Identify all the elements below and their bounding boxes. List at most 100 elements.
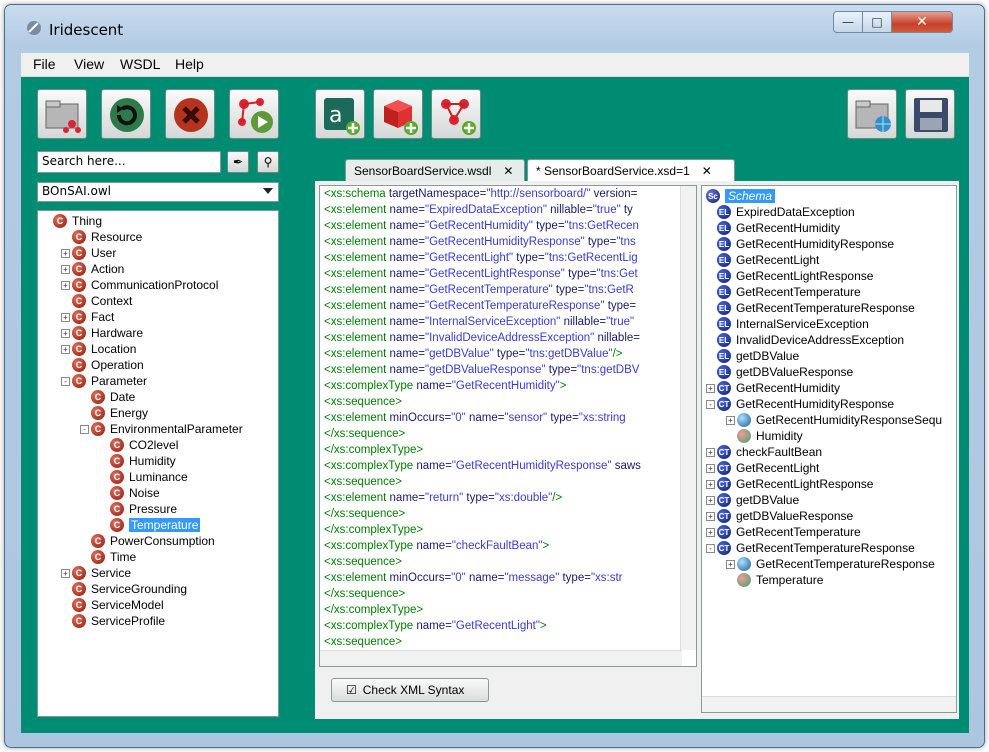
close-icon[interactable]: ✕	[503, 164, 513, 178]
expand-icon[interactable]: +	[706, 511, 715, 521]
tree-node[interactable]: C Pressure	[99, 501, 177, 517]
tree-node[interactable]: C Temperature	[99, 517, 201, 533]
add-item-button[interactable]	[373, 89, 423, 139]
schema-node[interactable]: + CT GetRecentHumidity	[706, 380, 840, 396]
close-icon[interactable]: ✕	[702, 164, 712, 178]
tree-node[interactable]: C Context	[61, 293, 132, 309]
tree-node[interactable]: + C User	[61, 245, 116, 261]
tree-node[interactable]: - C Parameter	[61, 373, 147, 389]
open-ontology-button[interactable]	[37, 89, 87, 139]
tree-node[interactable]: C Noise	[99, 485, 160, 501]
vertical-scrollbar[interactable]	[680, 186, 696, 650]
schema-node[interactable]: Humidity	[726, 428, 803, 444]
schema-node[interactable]: EL GetRecentHumidityResponse	[706, 236, 894, 252]
tree-node[interactable]: C ServiceModel	[61, 597, 164, 613]
tree-node[interactable]: C Humidity	[99, 453, 176, 469]
tree-node[interactable]: C Luminance	[99, 469, 188, 485]
tree-node[interactable]: + C Location	[61, 341, 136, 357]
schema-node[interactable]: EL InternalServiceException	[706, 316, 869, 332]
tree-node[interactable]: C PowerConsumption	[80, 533, 215, 549]
expand-icon[interactable]: +	[61, 280, 70, 290]
menu-file[interactable]: File	[33, 56, 56, 72]
menu-wsdl[interactable]: WSDL	[120, 56, 160, 72]
collapse-icon[interactable]: -	[80, 424, 89, 434]
schema-node[interactable]: + CT getDBValueResponse	[706, 508, 853, 524]
schema-node[interactable]: + CT GetRecentLightResponse	[706, 476, 873, 492]
close-button[interactable]: ✕	[891, 11, 953, 33]
remove-button[interactable]	[165, 89, 215, 139]
search-input[interactable]: Search here...	[37, 151, 221, 173]
schema-node[interactable]: EL GetRecentLightResponse	[706, 268, 873, 284]
expand-icon[interactable]: +	[726, 415, 735, 425]
tree-node[interactable]: + C Service	[61, 565, 131, 581]
menu-help[interactable]: Help	[175, 56, 204, 72]
schema-node[interactable]: + CT GetRecentTemperature	[706, 524, 861, 540]
expand-icon[interactable]: +	[61, 312, 70, 322]
schema-node[interactable]: EL ExpiredDataException	[706, 204, 855, 220]
search-button[interactable]: ⚲	[257, 151, 279, 173]
collapse-icon[interactable]: -	[61, 376, 70, 386]
expand-icon[interactable]: +	[706, 463, 715, 473]
schema-node[interactable]: EL getDBValueResponse	[706, 364, 853, 380]
expand-icon[interactable]: +	[61, 328, 70, 338]
expand-icon[interactable]: +	[706, 479, 715, 489]
minimize-button[interactable]: —	[833, 11, 863, 33]
collapse-icon[interactable]: -	[706, 399, 715, 409]
refresh-button[interactable]	[101, 89, 151, 139]
expand-icon[interactable]: +	[726, 559, 735, 569]
schema-node[interactable]: + GetRecentTemperatureResponse	[726, 556, 935, 572]
tree-node[interactable]: C ServiceGrounding	[61, 581, 187, 597]
schema-node[interactable]: + GetRecentHumidityResponseSequ	[726, 412, 942, 428]
check-xml-syntax-button[interactable]: ☑ Check XML Syntax	[331, 678, 489, 702]
tree-node[interactable]: C Date	[80, 389, 135, 405]
schema-node[interactable]: Temperature	[726, 572, 823, 588]
horizontal-scrollbar[interactable]	[702, 696, 956, 712]
tree-node[interactable]: + C Action	[61, 261, 124, 277]
tab-xsd[interactable]: * SensorBoardService.xsd=1 ✕	[527, 159, 735, 181]
tree-node[interactable]: - C EnvironmentalParameter	[80, 421, 243, 437]
maximize-button[interactable]: □	[862, 11, 892, 33]
expand-icon[interactable]: +	[61, 568, 70, 578]
expand-icon[interactable]: +	[61, 248, 70, 258]
schema-node[interactable]: Sc Schema	[706, 188, 776, 204]
expand-icon[interactable]: +	[61, 264, 70, 274]
tree-node[interactable]: C Operation	[61, 357, 144, 373]
add-annotation-button[interactable]: a	[315, 89, 365, 139]
schema-node[interactable]: + CT GetRecentLight	[706, 460, 819, 476]
schema-node[interactable]: - CT GetRecentTemperatureResponse	[706, 540, 915, 556]
tree-node[interactable]: C Energy	[80, 405, 148, 421]
add-ontology-button[interactable]	[431, 89, 481, 139]
tree-node[interactable]: C ServiceProfile	[61, 613, 165, 629]
tree-node[interactable]: C Resource	[61, 229, 142, 245]
title-bar[interactable]: Iridescent — □ ✕	[5, 5, 984, 47]
schema-node[interactable]: + CT getDBValue	[706, 492, 799, 508]
schema-node[interactable]: EL getDBValue	[706, 348, 799, 364]
collapse-icon[interactable]: -	[706, 543, 715, 553]
schema-node[interactable]: EL GetRecentLight	[706, 252, 819, 268]
clear-search-button[interactable]: ✒	[227, 151, 249, 173]
tree-node[interactable]: + C Hardware	[61, 325, 143, 341]
expand-icon[interactable]: +	[706, 383, 715, 393]
open-web-button[interactable]	[847, 89, 897, 139]
xml-editor[interactable]: <xs:schema targetNamespace="http://senso…	[319, 185, 697, 667]
schema-node[interactable]: + CT checkFaultBean	[706, 444, 822, 460]
schema-node[interactable]: - CT GetRecentHumidityResponse	[706, 396, 894, 412]
menu-view[interactable]: View	[74, 56, 104, 72]
save-button[interactable]	[905, 89, 955, 139]
ontology-select[interactable]: BOnSAI.owl	[37, 182, 279, 202]
schema-node[interactable]: EL InvalidDeviceAddressException	[706, 332, 904, 348]
expand-icon[interactable]: +	[706, 447, 715, 457]
schema-node[interactable]: EL GetRecentTemperatureResponse	[706, 300, 915, 316]
tree-node[interactable]: C CO2level	[99, 437, 178, 453]
tab-wsdl[interactable]: SensorBoardService.wsdl ✕	[345, 159, 525, 181]
schema-node[interactable]: EL GetRecentTemperature	[706, 284, 861, 300]
tree-node[interactable]: C Thing	[42, 213, 102, 229]
expand-icon[interactable]: +	[706, 527, 715, 537]
schema-node[interactable]: EL GetRecentHumidity	[706, 220, 840, 236]
tree-node[interactable]: + C CommunicationProtocol	[61, 277, 218, 293]
run-button[interactable]	[229, 89, 279, 139]
tree-node[interactable]: C Time	[80, 549, 136, 565]
tree-node[interactable]: + C Fact	[61, 309, 114, 325]
expand-icon[interactable]: +	[706, 495, 715, 505]
expand-icon[interactable]: +	[61, 344, 70, 354]
